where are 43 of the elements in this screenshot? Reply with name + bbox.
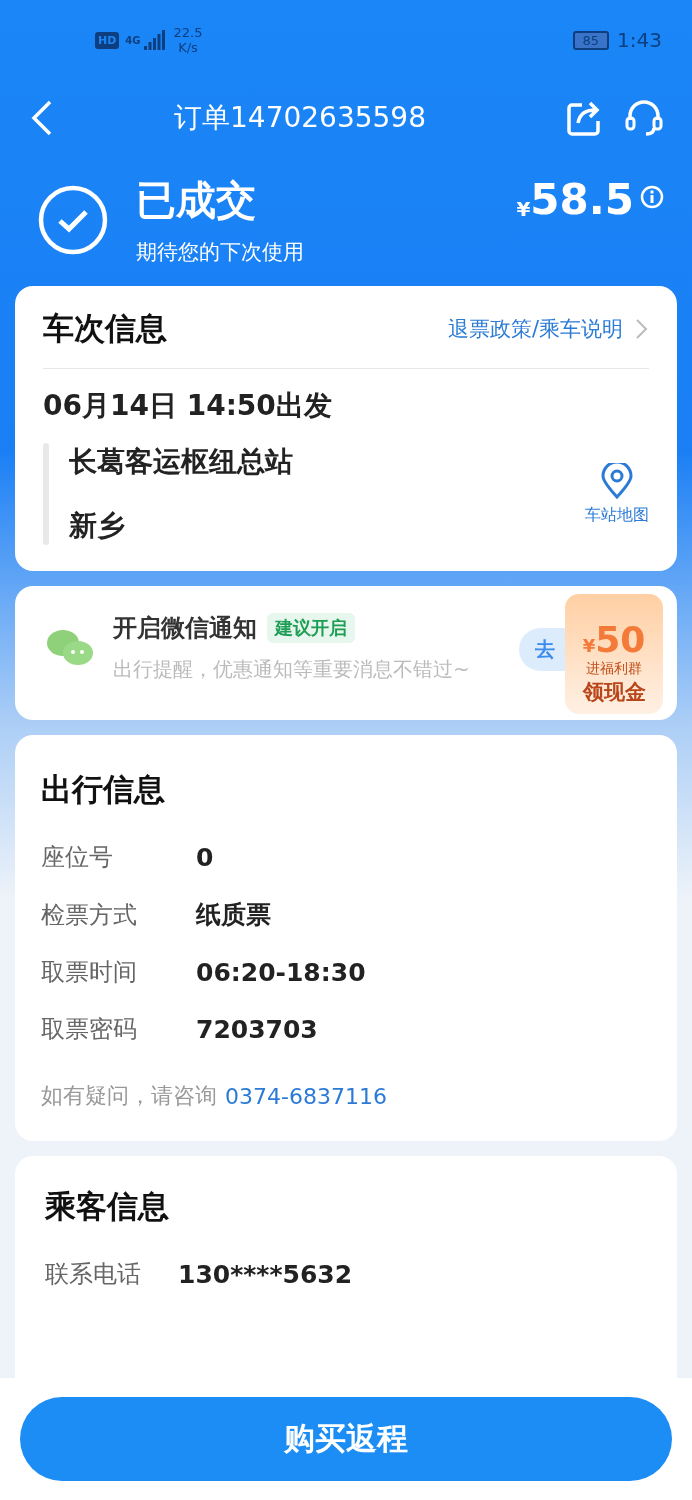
chevron-icon — [635, 318, 649, 340]
field-label: 取票时间 — [41, 957, 138, 988]
phone-link[interactable]: 0374-6837116 — [225, 1083, 387, 1109]
refund-policy-link[interactable]: 退票政策/乘车说明 — [447, 315, 623, 343]
location-pin-icon[interactable] — [600, 462, 634, 499]
info-icon[interactable] — [640, 185, 664, 209]
network-speed: 22.5 K/s — [173, 25, 203, 55]
card-title: 车次信息 — [43, 309, 167, 348]
order-price: 58.5 — [530, 175, 634, 224]
order-title: 订单14702635598 — [173, 99, 427, 136]
field-value: 06:20-18:30 — [196, 957, 366, 987]
origin-station: 长葛客运枢纽总站 — [69, 444, 293, 480]
hd-badge: HD — [95, 31, 120, 49]
departure-time: 06月14日 14:50出发 — [43, 389, 332, 422]
help-text: 如有疑问，请咨询 — [41, 1082, 217, 1110]
clock: 1:43 — [617, 28, 662, 52]
status-subtitle: 期待您的下次使用 — [136, 239, 305, 266]
network-label: 4G — [125, 34, 141, 46]
field-label: 联系电话 — [45, 1259, 142, 1290]
field-value: 7203703 — [196, 1014, 318, 1044]
enable-button[interactable]: 去 — [519, 628, 565, 671]
buy-return-button[interactable]: 购买返程 — [20, 1397, 672, 1481]
promo-badge[interactable]: ¥50 进福利群 领现金 — [565, 594, 663, 714]
battery-level: 85 — [572, 30, 610, 50]
field-label: 座位号 — [41, 842, 114, 873]
suggestion-tag: 建议开启 — [267, 613, 355, 643]
notification-description: 出行提醒，优惠通知等重要消息不错过~ — [113, 656, 470, 683]
back-icon[interactable] — [30, 98, 54, 137]
station-map-link[interactable]: 车站地图 — [585, 504, 649, 526]
field-label: 取票密码 — [41, 1014, 138, 1045]
notification-title: 开启微信通知 — [113, 613, 257, 644]
order-status: 已成交 — [136, 176, 257, 225]
card-title: 乘客信息 — [45, 1188, 169, 1224]
signal-icon — [143, 30, 166, 50]
currency-sign: ¥ — [516, 197, 531, 221]
field-label: 检票方式 — [41, 899, 138, 931]
field-value: 纸质票 — [196, 899, 271, 931]
destination-station: 新乡 — [69, 508, 126, 544]
field-value: 130****5632 — [178, 1259, 353, 1289]
card-title: 出行信息 — [41, 771, 165, 807]
headset-icon[interactable] — [624, 97, 664, 138]
field-value: 0 — [196, 842, 214, 872]
check-circle-icon — [38, 184, 108, 255]
